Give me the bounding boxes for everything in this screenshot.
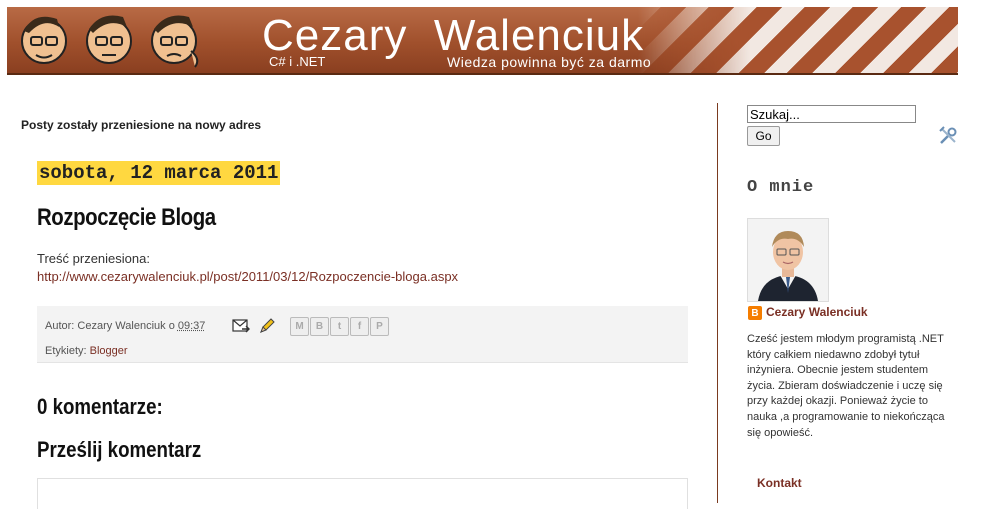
banner-stripes xyxy=(638,7,958,73)
comments-heading: 0 komentarze: xyxy=(37,394,163,420)
profile-bio: Cześć jestem młodym programistą .NET któ… xyxy=(747,332,947,441)
tools-icon[interactable] xyxy=(938,126,958,146)
share-email-button[interactable]: M xyxy=(290,317,309,336)
sidebar-divider xyxy=(717,103,718,503)
author-prefix: Autor: Cezary Walenciuk o xyxy=(45,320,175,332)
tagline-right: Wiedza powinna być za darmo xyxy=(447,54,651,70)
date-header: sobota, 12 marca 2011 xyxy=(37,161,280,185)
post-body: Treść przeniesiona: http://www.cezarywal… xyxy=(37,250,458,286)
edit-post-pencil-icon[interactable] xyxy=(258,317,276,335)
author-line: Autor: Cezary Walenciuk o 09:37 xyxy=(45,320,205,332)
post-body-text: Treść przeniesiona: xyxy=(37,250,458,268)
tagline-left: C# i .NET xyxy=(269,54,325,69)
post-comment-heading: Prześlij komentarz xyxy=(37,437,201,463)
share-blogthis-button[interactable]: B xyxy=(310,317,329,336)
share-twitter-button[interactable]: t xyxy=(330,317,349,336)
search-input[interactable] xyxy=(747,105,916,123)
profile-avatar[interactable] xyxy=(747,218,829,302)
comment-form-frame[interactable] xyxy=(37,478,688,509)
label-link-blogger[interactable]: Blogger xyxy=(90,345,128,357)
site-header-banner[interactable]: Cezary Walenciuk C# i .NET Wiedza powinn… xyxy=(7,7,958,75)
blogger-icon: B xyxy=(748,306,762,320)
email-post-icon[interactable] xyxy=(232,319,250,333)
cartoon-faces-logo xyxy=(9,9,214,71)
search-go-button[interactable]: Go xyxy=(747,126,780,146)
post-time-link[interactable]: 09:37 xyxy=(178,320,206,332)
contact-heading: Kontakt xyxy=(757,476,802,490)
share-buttons: M B t f P xyxy=(290,317,389,337)
share-pinterest-button[interactable]: P xyxy=(370,317,389,336)
labels-line: Etykiety: Blogger xyxy=(45,345,128,357)
post-link[interactable]: http://www.cezarywalenciuk.pl/post/2011/… xyxy=(37,269,458,284)
post-footer: Autor: Cezary Walenciuk o 09:37 M B t f … xyxy=(37,306,688,363)
about-heading: O mnie xyxy=(747,178,814,197)
profile-name-link[interactable]: Cezary Walenciuk xyxy=(766,305,868,319)
share-facebook-button[interactable]: f xyxy=(350,317,369,336)
labels-prefix: Etykiety: xyxy=(45,345,87,357)
post-title[interactable]: Rozpoczęcie Bloga xyxy=(37,204,216,232)
moved-notice: Posty zostały przeniesione na nowy adres xyxy=(21,118,261,132)
